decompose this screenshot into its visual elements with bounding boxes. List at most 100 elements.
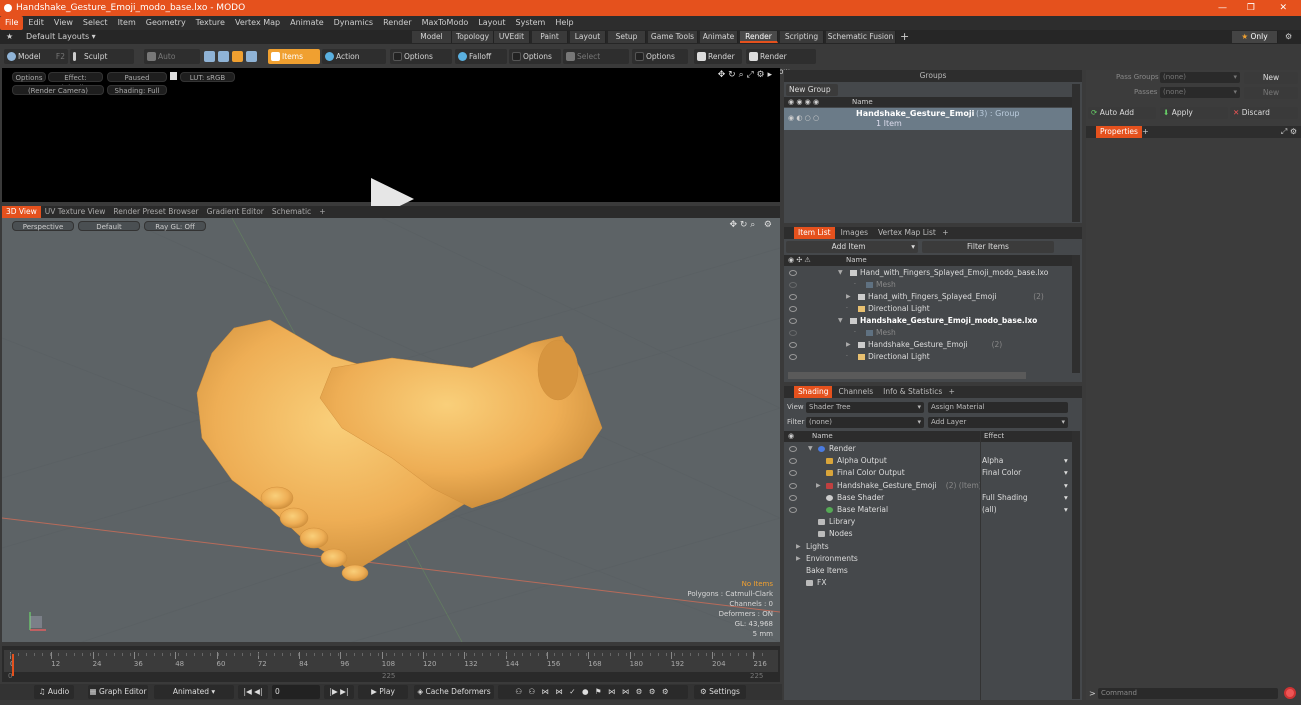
timeline-ruler[interactable]: 0122436486072849610812013214415616818019… [4, 650, 778, 676]
layout-tab-game-tools[interactable]: Game Tools [648, 31, 698, 43]
item-row[interactable]: ▶ Handshake_Gesture_Emoji (2) [784, 339, 1072, 351]
shader-visibility-icon[interactable] [789, 507, 797, 513]
settings-button[interactable]: ⚙ Settings [694, 685, 746, 699]
add-tab-icon[interactable]: + [1142, 126, 1149, 138]
shader-effect[interactable]: (all) [982, 504, 997, 516]
shader-expand-icon[interactable]: ▶ [816, 480, 821, 492]
filter-items-button[interactable]: Filter Items [922, 241, 1054, 253]
items-button[interactable]: Items [268, 49, 320, 64]
perspective-pill[interactable]: Perspective [12, 221, 74, 231]
visibility-eye-icon[interactable] [789, 330, 797, 336]
expand-arrow-icon[interactable]: ▶ [846, 291, 851, 303]
add-view-tab-icon[interactable]: + [315, 206, 329, 218]
layout-tab-layout[interactable]: Layout [570, 31, 606, 43]
new-group-button[interactable]: New Group [786, 84, 838, 96]
layout-tab-render[interactable]: Render [740, 31, 778, 43]
camera-pill[interactable]: (Render Camera) [12, 85, 104, 95]
effect-pill[interactable]: Effect: (Shadi... [48, 72, 103, 92]
options-button-1[interactable]: Options [390, 49, 452, 64]
restore-icon[interactable]: ❐ [1247, 0, 1255, 16]
shader-visibility-icon[interactable] [789, 482, 797, 489]
item-tab-vertex-map-list[interactable]: Vertex Map List [874, 227, 940, 239]
expand-arrow-icon[interactable]: ▼ [838, 267, 843, 279]
visibility-eye-icon[interactable] [789, 342, 797, 348]
close-icon[interactable]: ✕ [1279, 0, 1287, 16]
shader-effect[interactable]: Full Shading [982, 492, 1028, 504]
sculpt-button[interactable]: Sculpt [70, 49, 134, 64]
shader-row[interactable]: ▶ Handshake_Gesture_Emoji (2) (Item) ▾ [784, 480, 1072, 492]
visibility-eye-icon[interactable] [789, 306, 797, 312]
shader-visibility-icon[interactable] [789, 470, 797, 477]
select-through-button[interactable]: Select Through [563, 49, 629, 76]
add-layer-dropdown[interactable]: Add Layer ▾ [928, 417, 1068, 428]
options-pill[interactable]: Options [12, 72, 46, 82]
add-item-button[interactable]: Add Item ▾ [786, 241, 918, 253]
cache-deformers-button[interactable]: ◈ Cache Deformers [414, 685, 494, 699]
shader-row[interactable]: Base Material (all) ▾ [784, 504, 1072, 516]
view-tab-gradient-editor[interactable]: Gradient Editor [203, 206, 268, 218]
group-row[interactable]: ◉ ◐ ○ ○ Handshake_Gesture_Emoji (3) : Gr… [784, 108, 1072, 130]
shader-row[interactable]: ▶ Environments [784, 553, 1072, 565]
effect-dropdown-icon[interactable]: ▾ [1064, 504, 1068, 516]
menu-vertex-map[interactable]: Vertex Map [230, 16, 285, 30]
new-pass-button[interactable]: New [1244, 87, 1298, 99]
3d-viewport[interactable]: Perspective Default Ray GL: Off ✥ ↻ ⌕ ⚙ … [2, 218, 780, 642]
shading-tab-channels[interactable]: Channels [834, 386, 877, 398]
layout-tab-topology[interactable]: Topology [452, 31, 494, 43]
shading-pill[interactable]: Shading: Full [107, 85, 167, 95]
shader-row[interactable]: Nodes [784, 528, 1072, 540]
layout-dropdown[interactable]: Default Layouts ▾ [26, 30, 96, 44]
animated-dropdown[interactable]: Animated ▾ [154, 685, 234, 699]
auto-add-button[interactable]: ⟳ Auto Add [1088, 107, 1156, 119]
menu-texture[interactable]: Texture [191, 16, 230, 30]
render-window-button[interactable]: Render Window [746, 49, 816, 76]
menu-animate[interactable]: Animate [285, 16, 329, 30]
item-list-scrollbar[interactable] [1072, 255, 1080, 373]
item-row[interactable]: ▼ Handshake_Gesture_Emoji_modo_base.lxo [784, 315, 1072, 327]
new-pass-group-button[interactable]: New [1244, 72, 1298, 84]
shader-visibility-icon[interactable] [789, 494, 797, 501]
menu-geometry[interactable]: Geometry [141, 16, 191, 30]
effect-dropdown-icon[interactable]: ▾ [1064, 455, 1068, 467]
expand-arrow-icon[interactable]: ▼ [838, 315, 843, 327]
lock-icon[interactable] [170, 72, 177, 80]
view-dropdown[interactable]: Shader Tree ▾ [806, 402, 924, 413]
expand-arrow-icon[interactable]: · [854, 279, 856, 291]
model-button[interactable]: Model F2 [4, 49, 68, 64]
item-row[interactable]: · Directional Light [784, 303, 1072, 315]
step-forward-icons[interactable]: |▶ ▶| [324, 685, 354, 699]
frame-input[interactable]: 0 [272, 685, 320, 699]
shading-tab-info-statistics[interactable]: Info & Statistics [879, 386, 946, 398]
falloff-button[interactable]: Falloff [455, 49, 507, 64]
layout-tab-paint[interactable]: Paint [532, 31, 568, 43]
minimize-icon[interactable]: — [1218, 0, 1227, 16]
panel-options-icon[interactable]: ⤢ ⚙ [1281, 126, 1297, 138]
record-icon[interactable] [1284, 687, 1296, 699]
menu-item[interactable]: Item [113, 16, 141, 30]
view-tab-uv-texture-view[interactable]: UV Texture View [41, 206, 110, 218]
layout-tab-animate[interactable]: Animate [700, 31, 738, 43]
shader-row[interactable]: Library [784, 516, 1072, 528]
assign-material-button[interactable]: Assign Material [928, 402, 1068, 413]
menu-maxtomodo[interactable]: MaxToModo [417, 16, 474, 30]
shader-visibility-icon[interactable] [789, 446, 797, 452]
graph-editor-button[interactable]: ▦ Graph Editor [88, 685, 148, 699]
gear-icon[interactable]: ⚙ [1285, 30, 1292, 44]
passes-dropdown[interactable]: (none) ▾ [1160, 87, 1240, 98]
menu-render[interactable]: Render [378, 16, 416, 30]
view-tab-render-preset-browser[interactable]: Render Preset Browser [109, 206, 202, 218]
view-tab-3d-view[interactable]: 3D View [2, 206, 41, 218]
add-shading-tab-icon[interactable]: + [946, 387, 955, 396]
options-button-3[interactable]: Options [632, 49, 688, 64]
pass-groups-dropdown[interactable]: (none) ▾ [1160, 72, 1240, 83]
shader-row[interactable]: ▶ Lights [784, 541, 1072, 553]
item-row[interactable]: · Directional Light [784, 351, 1072, 363]
selection-mode-icons[interactable] [204, 51, 266, 62]
command-input[interactable]: Command [1098, 688, 1278, 699]
visibility-eye-icon[interactable] [789, 354, 797, 360]
shader-effect[interactable]: Alpha [982, 455, 1003, 467]
expand-arrow-icon[interactable]: · [854, 327, 856, 339]
layout-tab-scripting[interactable]: Scripting [780, 31, 824, 43]
shader-row[interactable]: FX [784, 577, 1072, 589]
menu-edit[interactable]: Edit [23, 16, 49, 30]
